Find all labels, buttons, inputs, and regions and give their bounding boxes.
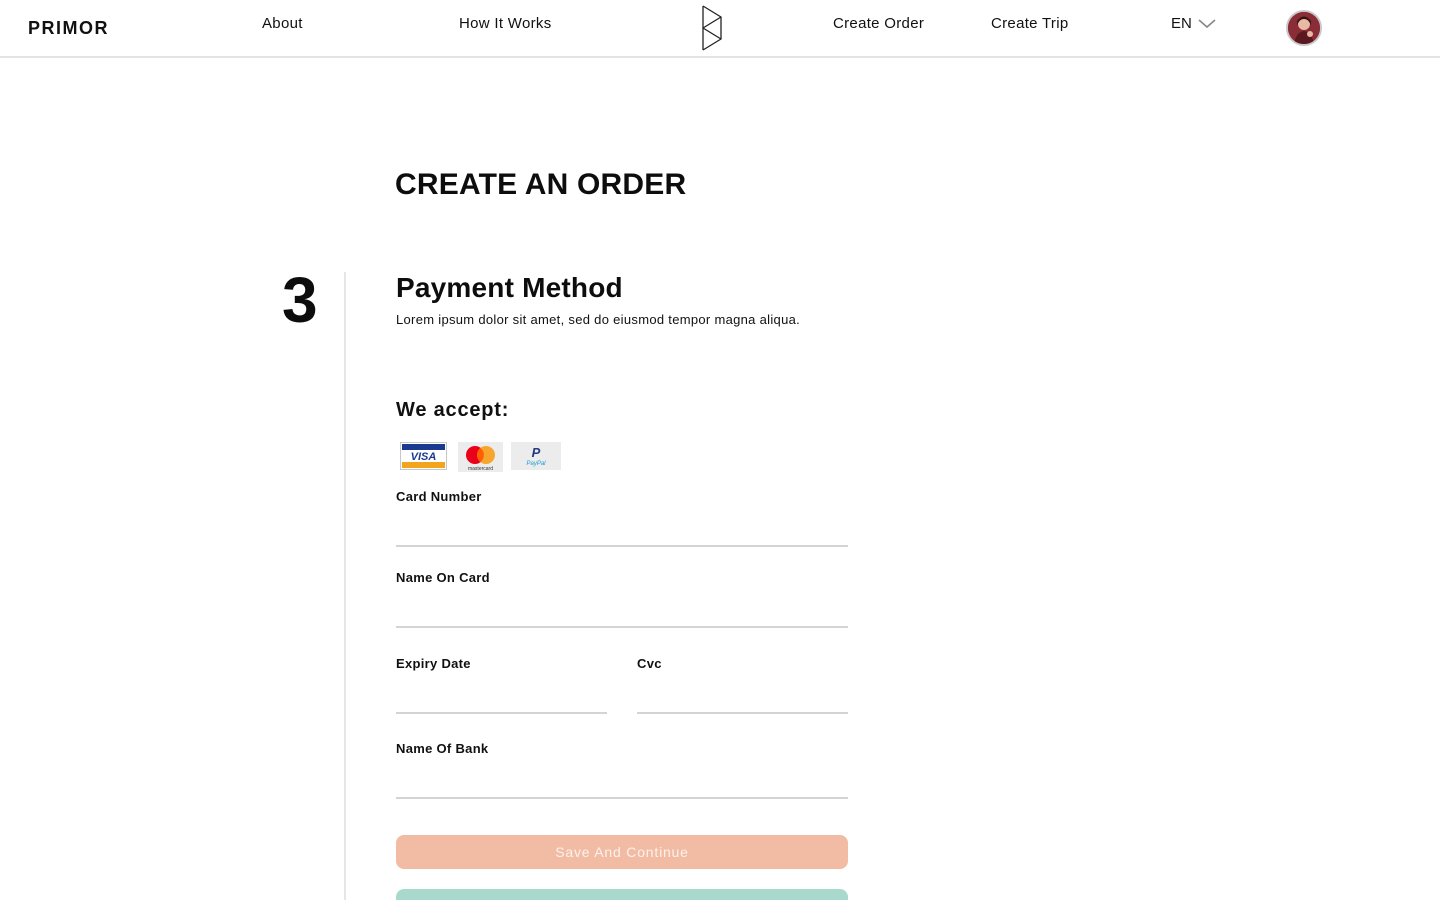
step-divider [344, 272, 346, 900]
name-of-bank-underline [396, 797, 848, 799]
accepted-cards-title: We accept: [396, 399, 510, 421]
secondary-action-button[interactable] [396, 889, 848, 900]
step-number: 3 [282, 264, 318, 336]
expiry-date-underline [396, 712, 607, 714]
language-selector[interactable]: EN [1171, 15, 1216, 32]
avatar-image-icon [1288, 12, 1320, 44]
expiry-date-label: Expiry Date [396, 656, 471, 671]
mastercard-mark: mastercard [466, 446, 495, 472]
paypal-mark: P PayPal [526, 445, 546, 467]
mastercard-text: mastercard [468, 466, 493, 472]
name-of-bank-input[interactable] [396, 767, 848, 795]
logo-icon[interactable] [700, 5, 724, 51]
language-label: EN [1171, 15, 1192, 32]
nav-create-order[interactable]: Create Order [833, 15, 924, 32]
save-and-continue-button[interactable]: Save And Continue [396, 835, 848, 869]
expiry-date-input[interactable] [396, 682, 607, 710]
top-navbar: PRIMOR About How It Works Create Order C… [0, 0, 1440, 58]
cvc-label: Cvc [637, 656, 662, 671]
visa-mark: VISA [402, 444, 445, 468]
section-title: Payment Method [396, 272, 623, 303]
paypal-p-glyph: P [532, 445, 541, 460]
visa-logo-icon: VISA [400, 442, 447, 470]
brand-name[interactable]: PRIMOR [28, 18, 109, 39]
user-avatar[interactable] [1286, 10, 1322, 46]
name-on-card-label: Name On Card [396, 570, 490, 585]
nav-about[interactable]: About [262, 15, 303, 32]
name-of-bank-label: Name Of Bank [396, 741, 489, 756]
card-number-input[interactable] [396, 515, 848, 543]
section-description: Lorem ipsum dolor sit amet, sed do eiusm… [396, 312, 801, 327]
name-on-card-input[interactable] [396, 596, 848, 624]
chevron-down-icon [1198, 18, 1216, 28]
cvc-input[interactable] [637, 682, 848, 710]
cvc-underline [637, 712, 848, 714]
visa-text: VISA [411, 451, 437, 463]
nav-create-trip[interactable]: Create Trip [991, 15, 1069, 32]
mastercard-logo-icon: mastercard [458, 442, 503, 472]
paypal-logo-icon: P PayPal [511, 442, 561, 470]
name-on-card-underline [396, 626, 848, 628]
card-number-label: Card Number [396, 489, 482, 504]
nav-how-it-works[interactable]: How It Works [459, 15, 552, 32]
card-number-underline [396, 545, 848, 547]
page-title: CREATE AN ORDER [395, 168, 687, 201]
paypal-text: PayPal [526, 461, 546, 467]
